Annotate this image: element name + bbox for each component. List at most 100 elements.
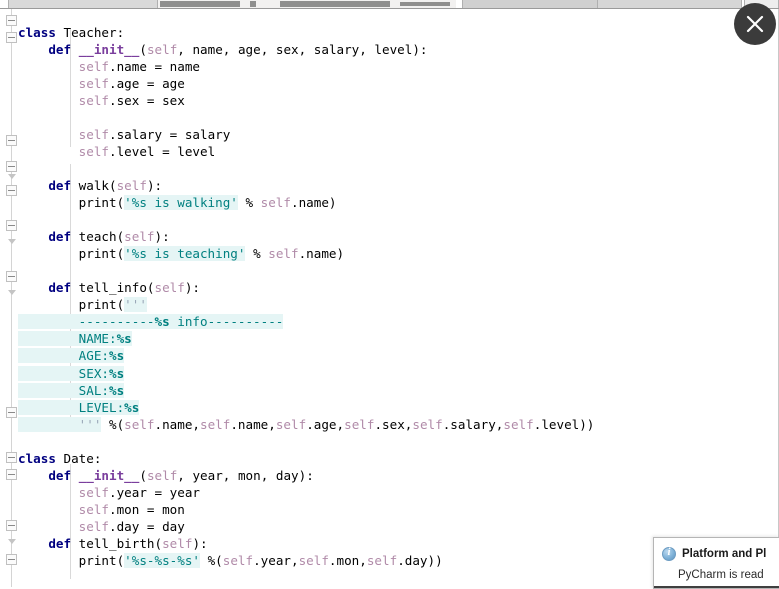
info-icon: [662, 546, 676, 561]
code-editor[interactable]: class Teacher: def __init__(self, name, …: [0, 9, 779, 589]
code-token: print(: [18, 195, 125, 211]
code-token: self: [344, 416, 375, 432]
code-token: teach(: [71, 229, 125, 245]
code-token: self: [260, 195, 291, 211]
code-line: LEVEL:%s: [18, 399, 778, 416]
code-token: self: [78, 518, 110, 534]
code-line: NAME:%s: [18, 330, 778, 347]
code-token: self: [298, 553, 329, 569]
fold-arrow-icon[interactable]: [6, 288, 17, 299]
code-token: self: [124, 416, 155, 432]
code-line: print(''': [18, 296, 778, 313]
code-token: '%s is teaching': [124, 246, 246, 262]
source-code[interactable]: class Teacher: def __init__(self, name, …: [18, 22, 778, 589]
code-token: self: [78, 58, 110, 74]
code-token: self: [124, 229, 155, 245]
code-token: print(: [18, 553, 125, 569]
code-token: self: [146, 467, 178, 483]
code-token: def: [48, 178, 72, 194]
code-line: self.age = age: [18, 75, 778, 92]
toolbar-segment-3[interactable]: [597, 0, 742, 8]
fold-collapse-icon[interactable]: [6, 520, 17, 531]
code-line: def teach(self):: [18, 228, 778, 245]
code-token: .salary = salary: [109, 126, 231, 142]
code-token: %(: [101, 416, 125, 432]
code-token: self: [78, 143, 110, 159]
code-token: %s: [109, 348, 125, 364]
fold-collapse-icon[interactable]: [6, 271, 17, 282]
code-token: .salary,: [442, 416, 504, 432]
fold-collapse-icon[interactable]: [6, 15, 17, 26]
code-line: self.mon = mon: [18, 501, 778, 518]
toolbar-segment-1[interactable]: [8, 0, 158, 8]
code-line: AGE:%s: [18, 347, 778, 364]
fold-collapse-icon[interactable]: [6, 185, 17, 196]
fold-collapse-icon[interactable]: [6, 469, 17, 480]
code-token: %s: [124, 399, 140, 415]
code-token: tell_birth(: [71, 536, 163, 551]
code-token: %: [245, 246, 269, 262]
fold-arrow-icon[interactable]: [6, 172, 17, 183]
code-token: SEX:: [18, 365, 109, 381]
gutter-divider: [11, 9, 12, 589]
code-token: .level)): [533, 416, 595, 432]
code-token: , name, age, sex, salary, level):: [177, 41, 428, 57]
notification-balloon[interactable]: Platform and Pl PyCharm is read: [653, 537, 779, 589]
fold-collapse-icon[interactable]: [6, 407, 17, 418]
code-token: self: [154, 280, 185, 296]
code-token: ):: [146, 178, 163, 194]
code-token: .age,: [306, 416, 345, 432]
code-token: self: [78, 501, 110, 517]
fold-collapse-icon[interactable]: [6, 554, 17, 565]
code-token: .name,: [230, 416, 276, 432]
code-line: def walk(self):: [18, 177, 778, 194]
code-token: self: [146, 41, 178, 57]
code-token: .year = year: [109, 484, 201, 500]
notification-bottom-rule: [654, 586, 779, 588]
fold-collapse-icon[interactable]: [6, 161, 17, 172]
fold-collapse-icon[interactable]: [6, 452, 17, 463]
fold-arrow-icon[interactable]: [6, 537, 17, 548]
code-line: self.sex = sex: [18, 92, 778, 109]
code-token: '%s-%s-%s': [124, 553, 200, 569]
code-token: ''': [124, 297, 147, 313]
code-token: .sex = sex: [109, 92, 185, 108]
code-token: print(: [18, 246, 125, 262]
fold-collapse-icon[interactable]: [6, 32, 17, 43]
code-token: .sex,: [374, 416, 413, 432]
code-token: Teacher:: [55, 24, 125, 40]
fold-collapse-icon[interactable]: [6, 135, 17, 146]
code-token: self: [275, 416, 307, 432]
code-token: %(: [199, 553, 223, 569]
code-token: self: [162, 536, 193, 551]
editor-gutter[interactable]: [0, 9, 18, 589]
code-token: .year,: [253, 553, 299, 569]
close-icon[interactable]: [734, 3, 776, 45]
code-token: tell_info(: [71, 280, 155, 296]
code-token: ----------: [18, 314, 155, 330]
fold-arrow-icon[interactable]: [6, 237, 17, 248]
code-token: .name = name: [109, 58, 201, 74]
code-token: self: [412, 416, 443, 432]
code-line: def __init__(self, name, age, sex, salar…: [18, 41, 778, 58]
code-token: %s: [109, 365, 125, 381]
code-token: AGE:: [18, 348, 109, 364]
toolbar-strip[interactable]: [0, 0, 779, 9]
code-line: self.salary = salary: [18, 126, 778, 143]
code-token: self: [200, 416, 231, 432]
code-line: self.level = level: [18, 143, 778, 160]
fold-collapse-icon[interactable]: [6, 220, 17, 231]
code-line: self.day = day: [18, 518, 778, 535]
